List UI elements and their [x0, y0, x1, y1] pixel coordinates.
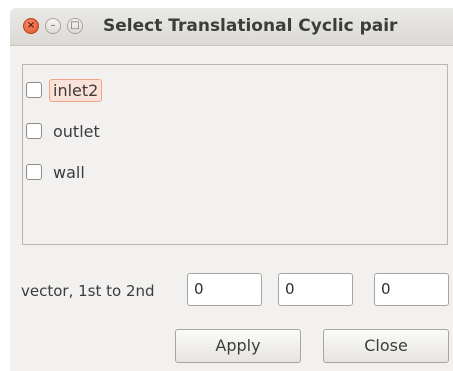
patch-label[interactable]: outlet: [49, 120, 104, 143]
patch-checkbox-wall[interactable]: [26, 164, 42, 180]
close-button[interactable]: Close: [323, 329, 449, 363]
patch-label[interactable]: inlet2: [49, 78, 103, 102]
vector-z-field[interactable]: 0: [374, 273, 449, 306]
patch-list: inlet2 outlet wall: [22, 64, 448, 245]
vector-x-field[interactable]: 0: [187, 273, 262, 306]
title-bar[interactable]: × – □ Select Translational Cyclic pair: [10, 8, 453, 46]
patch-checkbox-outlet[interactable]: [26, 123, 42, 139]
apply-button[interactable]: Apply: [175, 329, 301, 363]
dialog-window: × – □ Select Translational Cyclic pair i…: [10, 8, 453, 371]
close-icon[interactable]: ×: [23, 18, 39, 34]
vector-label: vector, 1st to 2nd: [21, 282, 155, 300]
patch-checkbox-inlet2[interactable]: [26, 82, 42, 98]
minimize-icon[interactable]: –: [45, 18, 61, 34]
patch-label[interactable]: wall: [49, 161, 89, 184]
window-title: Select Translational Cyclic pair: [103, 16, 398, 36]
list-item[interactable]: wall: [26, 161, 89, 183]
list-item[interactable]: outlet: [26, 120, 104, 142]
list-item[interactable]: inlet2: [26, 78, 103, 102]
vector-y-field[interactable]: 0: [278, 273, 353, 306]
maximize-icon[interactable]: □: [67, 18, 83, 34]
